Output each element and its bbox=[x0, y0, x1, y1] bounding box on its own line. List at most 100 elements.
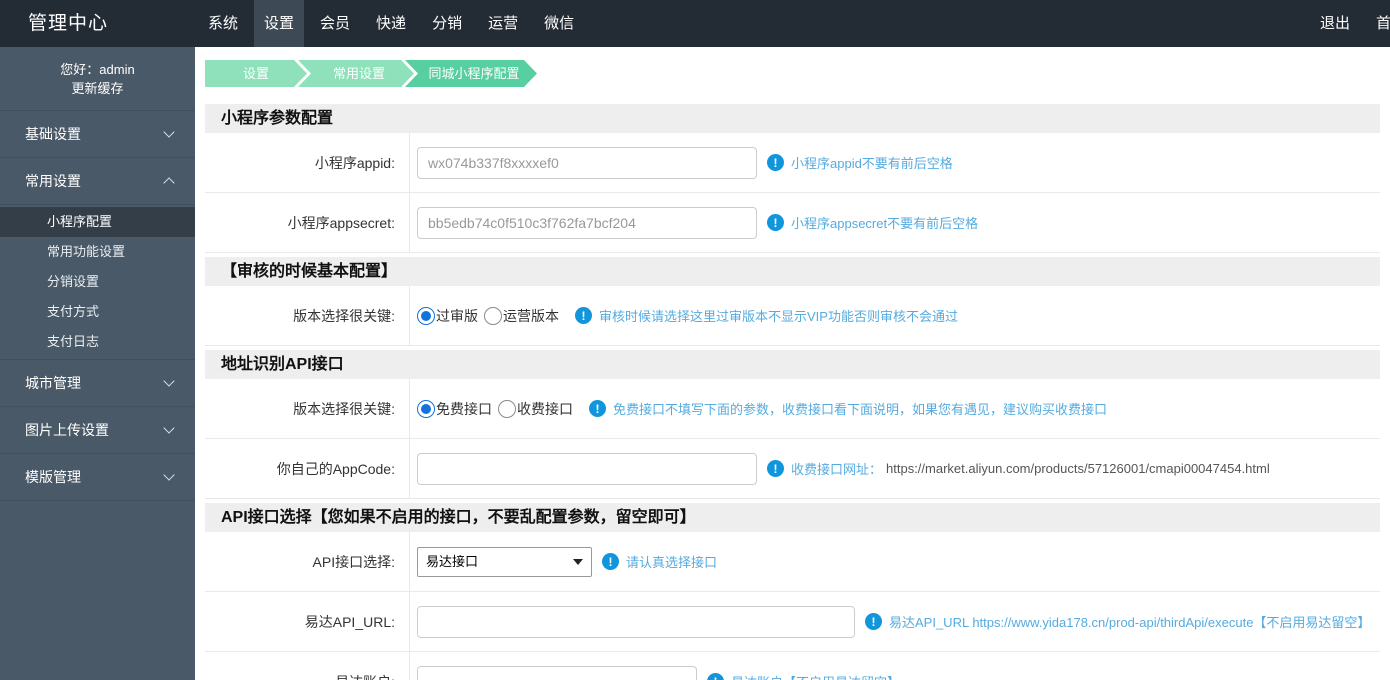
radio-free-api[interactable] bbox=[417, 399, 435, 418]
sidebar-item-image-upload[interactable]: 图片上传设置 bbox=[0, 407, 195, 454]
appid-hint: 小程序appid不要有前后空格 bbox=[767, 153, 953, 172]
hint-text: 易达账户【不启用易达留空】 bbox=[731, 672, 900, 680]
user-block: 您好：admin 更新缓存 bbox=[0, 47, 195, 111]
nav-item-wechat[interactable]: 微信 bbox=[534, 0, 584, 47]
nav-item-distribution[interactable]: 分销 bbox=[422, 0, 472, 47]
form-row-yida-account: 易达账户: 易达账户【不启用易达留空】 bbox=[205, 652, 1380, 680]
hint-text: 免费接口不填写下面的参数，收费接口看下面说明，如果您有遇见，建议购买收费接口 bbox=[613, 402, 1108, 417]
hint-text: 小程序appid不要有前后空格 bbox=[791, 156, 953, 171]
chevron-up-icon bbox=[163, 177, 175, 189]
nav-item-members[interactable]: 会员 bbox=[310, 0, 360, 47]
sidebar-item-label: 城市管理 bbox=[25, 375, 81, 391]
api-type-label: 版本选择很关键: bbox=[205, 379, 410, 438]
api-select[interactable]: 易达接口 bbox=[417, 546, 592, 577]
radio-label: 过审版 bbox=[436, 307, 478, 324]
user-greeting: 您好：admin bbox=[60, 62, 135, 77]
form-row-version-select: 版本选择很关键: 过审版 运营版本 审核时候请选择这里过审版本不显示VIP功能否… bbox=[205, 286, 1380, 346]
sidebar-item-label: 基础设置 bbox=[25, 126, 81, 142]
radio-option-pass-review[interactable]: 过审版 bbox=[417, 306, 478, 326]
chevron-down-icon bbox=[163, 126, 175, 138]
yida-url-hint: 易达API_URL https://www.yida178.cn/prod-ap… bbox=[865, 612, 1370, 631]
nav-item-operations[interactable]: 运营 bbox=[478, 0, 528, 47]
appid-input[interactable] bbox=[417, 146, 757, 179]
alert-icon bbox=[767, 154, 784, 171]
radio-label: 免费接口 bbox=[436, 400, 492, 417]
form-row-appcode: 你自己的AppCode: 收费接口网址： https://market.aliy… bbox=[205, 439, 1380, 499]
navbar-right: 退出 首页 bbox=[1307, 0, 1390, 47]
appcode-label: 你自己的AppCode: bbox=[205, 439, 410, 498]
api-select-hint: 请认真选择接口 bbox=[602, 552, 717, 571]
main-content: 设置 常用设置 同城小程序配置 小程序参数配置 小程序appid: 小程序app… bbox=[195, 47, 1390, 680]
chevron-down-icon bbox=[163, 469, 175, 481]
form-row-appsecret: 小程序appsecret: 小程序appsecret不要有前后空格 bbox=[205, 193, 1380, 253]
nav-item-system[interactable]: 系统 bbox=[198, 0, 248, 47]
radio-option-paid-api[interactable]: 收费接口 bbox=[498, 399, 573, 419]
hint-text: 小程序appsecret不要有前后空格 bbox=[791, 216, 979, 231]
hint-text: 审核时候请选择这里过审版本不显示VIP功能否则审核不会通过 bbox=[599, 309, 958, 324]
radio-operation-version[interactable] bbox=[484, 306, 502, 325]
breadcrumb-settings[interactable]: 设置 bbox=[205, 60, 307, 87]
sidebar-item-basic-settings[interactable]: 基础设置 bbox=[0, 111, 195, 158]
nav-item-settings[interactable]: 设置 bbox=[254, 0, 305, 47]
breadcrumb: 设置 常用设置 同城小程序配置 bbox=[205, 60, 1380, 87]
nav-item-home[interactable]: 首页 bbox=[1366, 0, 1390, 47]
config-form: 小程序参数配置 小程序appid: 小程序appid不要有前后空格 小程序app… bbox=[205, 104, 1380, 680]
appsecret-hint: 小程序appsecret不要有前后空格 bbox=[767, 213, 978, 232]
api-type-hint: 免费接口不填写下面的参数，收费接口看下面说明，如果您有遇见，建议购买收费接口 bbox=[589, 399, 1107, 418]
api-select-wrapper: 易达接口 bbox=[417, 546, 592, 577]
alert-icon bbox=[767, 460, 784, 477]
yida-url-input[interactable] bbox=[417, 605, 855, 638]
alert-icon bbox=[575, 307, 592, 324]
form-row-api-type: 版本选择很关键: 免费接口 收费接口 免费接口不填写下面的参数，收费接口看下面说… bbox=[205, 379, 1380, 439]
alert-icon bbox=[602, 553, 619, 570]
appid-label: 小程序appid: bbox=[205, 133, 410, 192]
sidebar-item-payment-methods[interactable]: 支付方式 bbox=[0, 297, 195, 327]
section-header-address-api: 地址识别API接口 bbox=[205, 350, 1380, 379]
appsecret-label: 小程序appsecret: bbox=[205, 193, 410, 252]
appsecret-input[interactable] bbox=[417, 206, 757, 239]
yida-account-input[interactable] bbox=[417, 665, 697, 680]
radio-option-operation-version[interactable]: 运营版本 bbox=[484, 306, 559, 326]
radio-paid-api[interactable] bbox=[498, 399, 516, 418]
refresh-cache-link[interactable]: 更新缓存 bbox=[0, 79, 195, 98]
sidebar-item-distribution-settings[interactable]: 分销设置 bbox=[0, 267, 195, 297]
chevron-down-icon bbox=[163, 422, 175, 434]
sidebar-item-label: 常用设置 bbox=[25, 173, 81, 189]
yida-account-hint: 易达账户【不启用易达留空】 bbox=[707, 672, 900, 680]
radio-label: 收费接口 bbox=[517, 400, 573, 417]
app-title: 管理中心 bbox=[28, 13, 109, 34]
nav-item-express[interactable]: 快递 bbox=[366, 0, 416, 47]
alert-icon bbox=[589, 400, 606, 417]
sidebar: 您好：admin 更新缓存 基础设置 常用设置 小程序配置 常用功能设置 分销设… bbox=[0, 47, 195, 680]
radio-pass-review[interactable] bbox=[417, 306, 435, 325]
main-menu: 系统 设置 会员 快递 分销 运营 微信 bbox=[195, 0, 587, 47]
yida-url-label: 易达API_URL: bbox=[205, 592, 410, 651]
sidebar-item-common-settings[interactable]: 常用设置 bbox=[0, 158, 195, 205]
breadcrumb-current: 同城小程序配置 bbox=[405, 60, 537, 87]
sidebar-item-payment-logs[interactable]: 支付日志 bbox=[0, 327, 195, 357]
radio-option-free-api[interactable]: 免费接口 bbox=[417, 399, 492, 419]
section-header-miniprogram-params: 小程序参数配置 bbox=[205, 104, 1380, 133]
yida-account-label: 易达账户: bbox=[205, 652, 410, 680]
hint-text: 请认真选择接口 bbox=[626, 555, 718, 570]
appcode-input[interactable] bbox=[417, 452, 757, 485]
sidebar-item-label: 图片上传设置 bbox=[25, 422, 109, 438]
sidebar-item-miniprogram-config[interactable]: 小程序配置 bbox=[0, 207, 195, 237]
common-settings-submenu: 小程序配置 常用功能设置 分销设置 支付方式 支付日志 bbox=[0, 205, 195, 360]
form-row-yida-url: 易达API_URL: 易达API_URL https://www.yida178… bbox=[205, 592, 1380, 652]
sidebar-item-common-functions[interactable]: 常用功能设置 bbox=[0, 237, 195, 267]
form-row-appid: 小程序appid: 小程序appid不要有前后空格 bbox=[205, 133, 1380, 193]
sidebar-item-city-management[interactable]: 城市管理 bbox=[0, 360, 195, 407]
hint-text: 易达API_URL https://www.yida178.cn/prod-ap… bbox=[889, 615, 1371, 630]
alert-icon bbox=[707, 673, 724, 680]
logout-button[interactable]: 退出 bbox=[1310, 0, 1360, 47]
chevron-down-icon bbox=[163, 375, 175, 387]
section-header-api-selection: API接口选择【您如果不启用的接口，不要乱配置参数，留空即可】 bbox=[205, 503, 1380, 532]
hint-url: https://market.aliyun.com/products/57126… bbox=[886, 461, 1270, 476]
sidebar-item-template-management[interactable]: 模版管理 bbox=[0, 454, 195, 501]
radio-label: 运营版本 bbox=[503, 307, 559, 324]
sidebar-item-label: 模版管理 bbox=[25, 469, 81, 485]
hint-text: 收费接口网址： bbox=[791, 462, 883, 477]
alert-icon bbox=[865, 613, 882, 630]
breadcrumb-common-settings[interactable]: 常用设置 bbox=[298, 60, 414, 87]
